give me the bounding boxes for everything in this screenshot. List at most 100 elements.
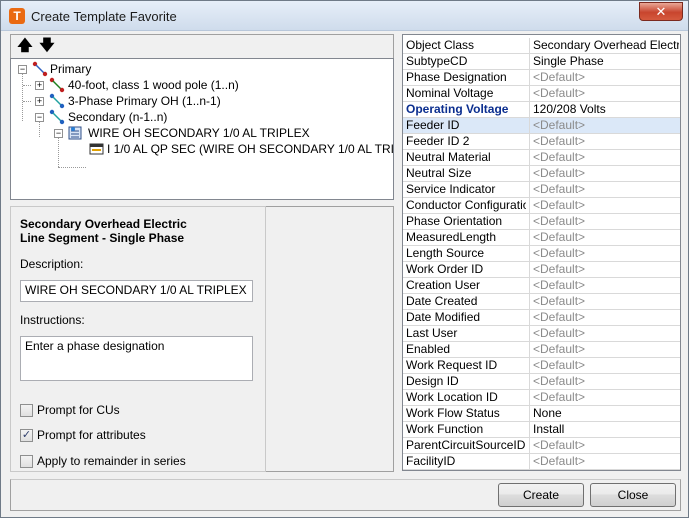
tree-node-label: 40-foot, class 1 wood pole (1..n) — [68, 78, 239, 92]
column-divider — [529, 38, 530, 54]
attribute-value[interactable]: <Default> — [533, 182, 679, 197]
move-up-button[interactable]: 🡅 — [17, 38, 33, 54]
attribute-row[interactable]: Work Flow Status None — [403, 406, 680, 422]
tree-node-wood-pole[interactable]: + 40-foot, class 1 wood pole (1..n) — [11, 77, 391, 93]
column-divider — [529, 134, 530, 150]
attribute-value[interactable]: <Default> — [533, 150, 679, 165]
checkbox-box[interactable] — [20, 455, 33, 468]
attribute-value[interactable]: <Default> — [533, 246, 679, 261]
attribute-row[interactable]: Nominal Voltage <Default> — [403, 86, 680, 102]
close-button[interactable]: Close — [590, 483, 676, 507]
column-divider — [529, 342, 530, 358]
attribute-value[interactable]: <Default> — [533, 342, 679, 357]
prompt-for-cus-checkbox[interactable]: Prompt for CUs — [20, 403, 220, 419]
attribute-name: Length Source — [406, 246, 485, 260]
description-field[interactable]: WIRE OH SECONDARY 1/0 AL TRIPLEX — [20, 280, 253, 302]
attribute-row[interactable]: Date Created <Default> — [403, 294, 680, 310]
attribute-row[interactable]: Work Order ID <Default> — [403, 262, 680, 278]
attribute-value[interactable]: Secondary Overhead Electric l — [533, 38, 679, 53]
attribute-row[interactable]: FacilityID <Default> — [403, 454, 680, 470]
attribute-row[interactable]: Last User <Default> — [403, 326, 680, 342]
attribute-row[interactable]: Neutral Material <Default> — [403, 150, 680, 166]
expand-icon[interactable]: + — [35, 81, 44, 90]
attribute-row[interactable]: Work Request ID <Default> — [403, 358, 680, 374]
checkbox-checked-icon[interactable]: ✓ — [20, 429, 33, 442]
tree-node-wire-oh-secondary[interactable]: − WIRE OH SECONDARY 1/0 AL TRIPLEX — [11, 125, 391, 141]
attribute-name: Nominal Voltage — [406, 86, 494, 100]
attribute-value[interactable]: <Default> — [533, 230, 679, 245]
attribute-value[interactable]: <Default> — [533, 262, 679, 277]
attribute-row[interactable]: Phase Designation <Default> — [403, 70, 680, 86]
close-icon: ✕ — [655, 4, 667, 19]
tree-toolbar: 🡅 🡇 — [10, 34, 394, 58]
tree-node-label: WIRE OH SECONDARY 1/0 AL TRIPLEX — [88, 126, 310, 140]
attribute-value[interactable]: Install — [533, 422, 679, 437]
attribute-value[interactable]: <Default> — [533, 118, 679, 133]
attribute-value[interactable]: <Default> — [533, 166, 679, 181]
attribute-row[interactable]: Neutral Size <Default> — [403, 166, 680, 182]
tree-node-qp-sec[interactable]: I 1/0 AL QP SEC (WIRE OH SECONDARY 1/0 A… — [11, 141, 393, 157]
template-tree[interactable]: − Primary + 40-foot, class 1 wood pole (… — [10, 58, 394, 200]
attribute-value[interactable]: <Default> — [533, 358, 679, 373]
column-divider — [529, 214, 530, 230]
attribute-value[interactable]: <Default> — [533, 374, 679, 389]
attribute-value[interactable]: <Default> — [533, 438, 679, 453]
attribute-row[interactable]: Service Indicator <Default> — [403, 182, 680, 198]
attribute-value[interactable]: <Default> — [533, 326, 679, 341]
attribute-row[interactable]: Creation User <Default> — [403, 278, 680, 294]
checkbox-box[interactable] — [20, 404, 33, 417]
attribute-row[interactable]: Object Class Secondary Overhead Electric … — [403, 38, 680, 54]
expand-icon[interactable]: + — [35, 97, 44, 106]
attribute-row[interactable]: Work Location ID <Default> — [403, 390, 680, 406]
attribute-row[interactable]: Date Modified <Default> — [403, 310, 680, 326]
tree-node-secondary[interactable]: − Secondary (n-1..n) — [11, 109, 391, 125]
attribute-row[interactable]: ParentCircuitSourceID <Default> — [403, 438, 680, 454]
attribute-grid[interactable]: Object Class Secondary Overhead Electric … — [402, 34, 681, 471]
arrow-up-icon: 🡅 — [17, 37, 33, 54]
collapse-icon[interactable]: − — [35, 113, 44, 122]
attribute-row[interactable]: Length Source <Default> — [403, 246, 680, 262]
attribute-row[interactable]: Feeder ID 2 <Default> — [403, 134, 680, 150]
attribute-row[interactable]: Phase Orientation <Default> — [403, 214, 680, 230]
attribute-name: Feeder ID — [406, 118, 460, 132]
attribute-name: Creation User — [406, 278, 481, 292]
column-divider — [529, 390, 530, 406]
collapse-icon[interactable]: − — [54, 129, 63, 138]
window-close-button[interactable]: ✕ — [639, 2, 683, 21]
create-button[interactable]: Create — [498, 483, 584, 507]
attribute-value[interactable]: Single Phase — [533, 54, 679, 69]
attribute-value[interactable]: <Default> — [533, 310, 679, 325]
tree-node-3phase-primary[interactable]: + 3-Phase Primary OH (1..n-1) — [11, 93, 391, 109]
attribute-value[interactable]: <Default> — [533, 214, 679, 229]
tree-node-primary[interactable]: − Primary — [11, 61, 391, 77]
prompt-for-attributes-checkbox[interactable]: ✓ Prompt for attributes — [20, 428, 220, 444]
column-divider — [529, 118, 530, 134]
attribute-value[interactable]: <Default> — [533, 454, 679, 469]
attribute-row[interactable]: Enabled <Default> — [403, 342, 680, 358]
attribute-row[interactable]: MeasuredLength <Default> — [403, 230, 680, 246]
connection-icon — [32, 61, 48, 77]
collapse-icon[interactable]: − — [18, 65, 27, 74]
instructions-field[interactable]: Enter a phase designation — [20, 336, 253, 381]
attribute-name: Work Flow Status — [406, 406, 500, 420]
attribute-value[interactable]: None — [533, 406, 679, 421]
attribute-row[interactable]: Conductor Configuration <Default> — [403, 198, 680, 214]
attribute-value[interactable]: <Default> — [533, 86, 679, 101]
attribute-row[interactable]: Operating Voltage 120/208 Volts — [403, 102, 680, 118]
attribute-name: Neutral Material — [406, 150, 491, 164]
attribute-value[interactable]: <Default> — [533, 294, 679, 309]
column-divider — [529, 150, 530, 166]
apply-to-remainder-checkbox[interactable]: Apply to remainder in series — [20, 454, 220, 470]
attribute-value[interactable]: <Default> — [533, 198, 679, 213]
attribute-value[interactable]: <Default> — [533, 134, 679, 149]
attribute-row[interactable]: Feeder ID <Default> — [403, 118, 680, 134]
attribute-value[interactable]: <Default> — [533, 70, 679, 85]
attribute-value[interactable]: <Default> — [533, 390, 679, 405]
attribute-row[interactable]: SubtypeCD Single Phase — [403, 54, 680, 70]
attribute-row[interactable]: Work Function Install — [403, 422, 680, 438]
move-down-button[interactable]: 🡇 — [39, 38, 55, 54]
attribute-name: Work Order ID — [406, 262, 484, 276]
attribute-value[interactable]: <Default> — [533, 278, 679, 293]
attribute-value[interactable]: 120/208 Volts — [533, 102, 679, 117]
attribute-row[interactable]: Design ID <Default> — [403, 374, 680, 390]
